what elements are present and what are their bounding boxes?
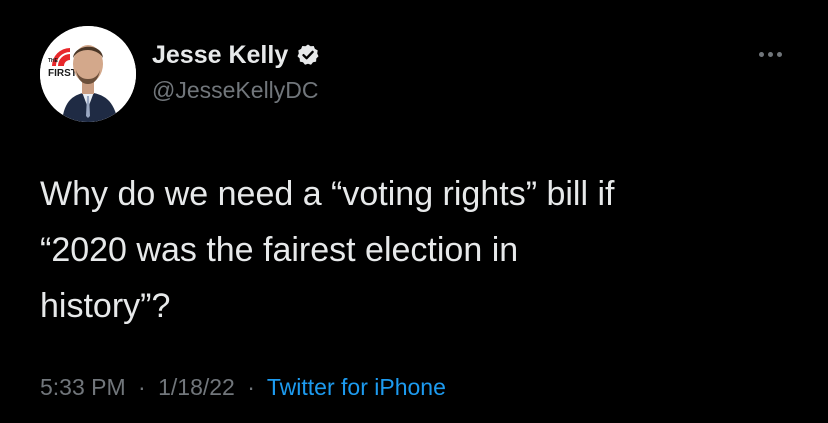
tweet-time[interactable]: 5:33 PM [40, 374, 126, 400]
more-dot [776, 51, 782, 57]
meta-separator: · [247, 374, 255, 400]
avatar[interactable]: FIRST THE [40, 26, 136, 122]
avatar-image: FIRST THE [40, 26, 136, 122]
tweet-date[interactable]: 1/18/22 [158, 374, 235, 400]
tweet-text: Why do we need a “voting rights” bill if… [40, 166, 780, 334]
tweet-metadata: 5:33 PM · 1/18/22 · Twitter for iPhone [40, 372, 446, 402]
tweet-source-link[interactable]: Twitter for iPhone [267, 374, 446, 400]
more-dot [758, 51, 764, 57]
svg-text:FIRST: FIRST [48, 68, 77, 79]
more-horizontal-icon[interactable] [752, 44, 788, 64]
author-display-name[interactable]: Jesse Kelly [152, 40, 288, 70]
author-handle[interactable]: @JesseKellyDC [152, 76, 319, 104]
more-dot [767, 51, 773, 57]
svg-text:THE: THE [48, 58, 59, 64]
meta-separator: · [138, 374, 146, 400]
author-name-row[interactable]: Jesse Kelly [152, 40, 320, 70]
tweet-text-line: history”? [40, 287, 171, 325]
verified-badge-icon [296, 43, 320, 67]
tweet-text-line: “2020 was the fairest election in [40, 231, 519, 269]
tweet-card: FIRST THE Jesse Kelly @JesseKellyDC Why … [0, 0, 828, 423]
tweet-text-line: Why do we need a “voting rights” bill if [40, 175, 615, 213]
